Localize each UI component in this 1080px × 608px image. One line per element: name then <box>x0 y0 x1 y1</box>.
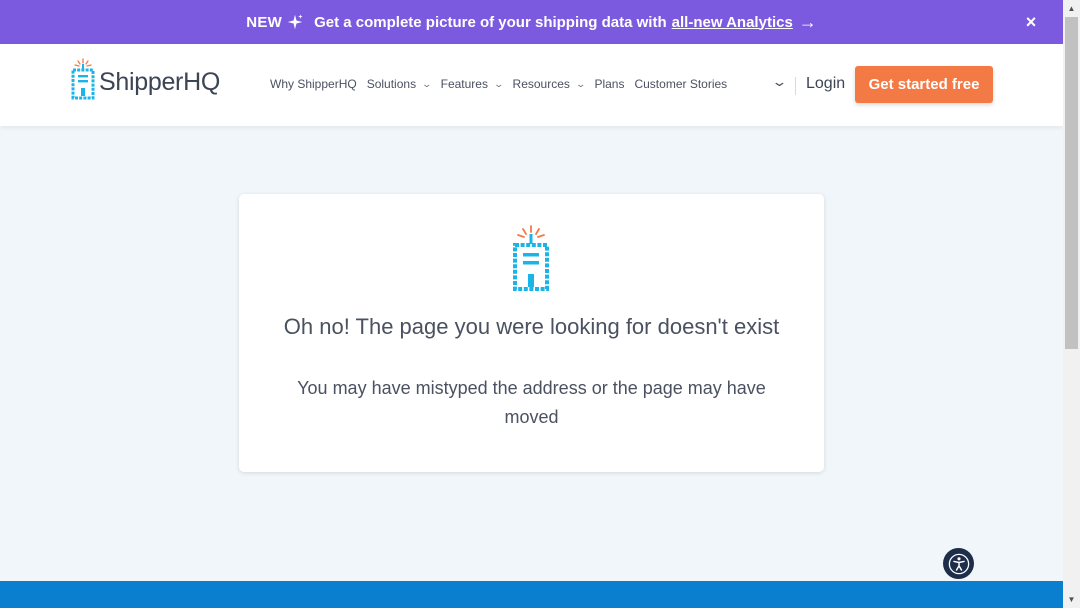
scrollbar-thumb[interactable] <box>1065 17 1078 349</box>
chevron-down-icon: ⌄ <box>421 78 433 89</box>
chevron-down-icon[interactable]: ⌄ <box>771 74 787 90</box>
announcement-banner: NEW Get a complete picture of your shipp… <box>0 0 1063 44</box>
shipperhq-building-icon <box>513 225 549 291</box>
nav-item-customer-stories[interactable]: Customer Stories <box>634 77 727 91</box>
get-started-button[interactable]: Get started free <box>855 66 993 103</box>
accessibility-button[interactable] <box>943 548 974 579</box>
accessibility-icon <box>948 553 969 574</box>
arrow-right-icon[interactable]: → <box>799 13 817 31</box>
nav-item-plans[interactable]: Plans <box>594 77 624 91</box>
sparkle-icon <box>287 14 303 30</box>
site-header: ShipperHQ Why ShipperHQ Solutions ⌄ Feat… <box>0 44 1063 126</box>
nav-item-label: Why ShipperHQ <box>270 77 357 91</box>
scroll-up-arrow-icon[interactable]: ▲ <box>1063 0 1080 17</box>
error-card: Oh no! The page you were looking for doe… <box>239 194 824 472</box>
new-label: NEW <box>246 13 283 31</box>
nav-item-label: Features <box>440 77 488 91</box>
banner-message: Get a complete picture of your shipping … <box>314 13 667 31</box>
header-divider <box>795 77 796 95</box>
vertical-scrollbar[interactable]: ▲ ▼ <box>1063 0 1080 608</box>
nav-item-features[interactable]: Features ⌄ <box>440 77 505 91</box>
error-title: Oh no! The page you were looking for doe… <box>283 314 780 339</box>
shipperhq-logo[interactable]: ShipperHQ <box>70 58 220 100</box>
page: NEW Get a complete picture of your shipp… <box>0 0 1063 608</box>
nav-item-label: Resources <box>512 77 570 91</box>
nav-item-label: Customer Stories <box>634 77 728 91</box>
nav-item-label: Solutions <box>366 77 417 91</box>
main-nav: Why ShipperHQ Solutions ⌄ Features ⌄ Res… <box>270 77 737 91</box>
nav-item-solutions[interactable]: Solutions ⌄ <box>366 77 433 91</box>
nav-item-why-shipperhq[interactable]: Why ShipperHQ <box>270 77 357 91</box>
scroll-down-arrow-icon[interactable]: ▼ <box>1063 591 1080 608</box>
chevron-down-icon: ⌄ <box>575 78 586 89</box>
nav-item-label: Plans <box>594 77 625 91</box>
nav-item-resources[interactable]: Resources ⌄ <box>512 77 586 91</box>
shipperhq-building-icon <box>71 58 95 100</box>
logo-wordmark: ShipperHQ <box>99 67 220 96</box>
login-link[interactable]: Login <box>806 75 845 93</box>
close-banner-button[interactable]: × <box>1021 12 1041 32</box>
error-subtitle: You may have mistyped the address or the… <box>297 378 766 427</box>
chevron-down-icon: ⌄ <box>493 78 505 89</box>
analytics-link[interactable]: all-new Analytics <box>672 14 793 31</box>
footer-strip <box>0 581 1063 608</box>
